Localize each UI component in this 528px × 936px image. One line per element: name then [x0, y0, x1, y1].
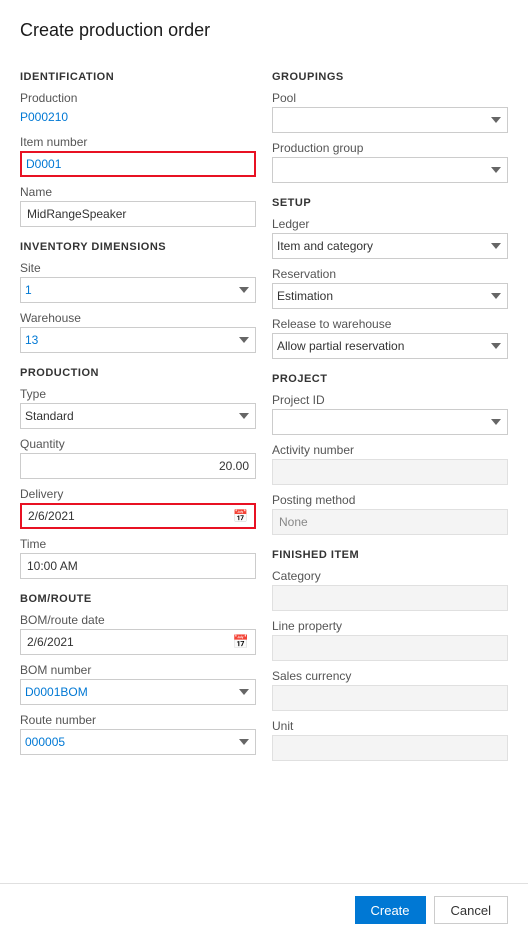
- warehouse-select[interactable]: 13: [20, 327, 256, 353]
- name-label: Name: [20, 185, 256, 199]
- activity-number-label: Activity number: [272, 443, 508, 457]
- route-number-field: Route number 000005: [20, 713, 256, 755]
- dialog-title: Create production order: [20, 20, 508, 41]
- project-header: PROJECT: [272, 373, 508, 385]
- release-warehouse-label: Release to warehouse: [272, 317, 508, 331]
- item-number-field: Item number D0001: [20, 135, 256, 177]
- delivery-field: Delivery 📅: [20, 487, 256, 529]
- reservation-select[interactable]: Estimation: [272, 283, 508, 309]
- bom-route-date-input[interactable]: [21, 630, 227, 654]
- bom-number-field: BOM number D0001BOM: [20, 663, 256, 705]
- ledger-field: Ledger Item and category: [272, 217, 508, 259]
- name-input[interactable]: [20, 201, 256, 227]
- delivery-input[interactable]: [22, 505, 227, 527]
- unit-input: [272, 735, 508, 761]
- time-input[interactable]: [20, 553, 256, 579]
- posting-method-field: Posting method: [272, 493, 508, 535]
- production-header: PRODUCTION: [20, 367, 256, 379]
- release-warehouse-select[interactable]: Allow partial reservation: [272, 333, 508, 359]
- quantity-field: Quantity: [20, 437, 256, 479]
- project-id-select[interactable]: [272, 409, 508, 435]
- create-button[interactable]: Create: [355, 896, 426, 924]
- category-label: Category: [272, 569, 508, 583]
- line-property-input: [272, 635, 508, 661]
- production-group-select[interactable]: [272, 157, 508, 183]
- bom-route-date-label: BOM/route date: [20, 613, 256, 627]
- activity-number-input: [272, 459, 508, 485]
- name-field: Name: [20, 185, 256, 227]
- ledger-label: Ledger: [272, 217, 508, 231]
- activity-number-field: Activity number: [272, 443, 508, 485]
- bom-number-select[interactable]: D0001BOM: [20, 679, 256, 705]
- site-select[interactable]: 1: [20, 277, 256, 303]
- time-field: Time: [20, 537, 256, 579]
- production-label: Production: [20, 91, 256, 105]
- reservation-label: Reservation: [272, 267, 508, 281]
- quantity-input[interactable]: [20, 453, 256, 479]
- inventory-dimensions-header: INVENTORY DIMENSIONS: [20, 241, 256, 253]
- route-number-select[interactable]: 000005: [20, 729, 256, 755]
- warehouse-label: Warehouse: [20, 311, 256, 325]
- delivery-calendar-icon[interactable]: 📅: [227, 509, 254, 523]
- unit-label: Unit: [272, 719, 508, 733]
- delivery-label: Delivery: [20, 487, 256, 501]
- pool-select[interactable]: [272, 107, 508, 133]
- bom-route-calendar-icon[interactable]: 📅: [227, 634, 255, 650]
- type-label: Type: [20, 387, 256, 401]
- production-field: Production P000210: [20, 91, 256, 127]
- bom-route-header: BOM/ROUTE: [20, 593, 256, 605]
- bom-route-date-wrapper: 📅: [20, 629, 256, 655]
- bom-route-date-field: BOM/route date 📅: [20, 613, 256, 655]
- sales-currency-label: Sales currency: [272, 669, 508, 683]
- pool-field: Pool: [272, 91, 508, 133]
- project-id-label: Project ID: [272, 393, 508, 407]
- groupings-header: GROUPINGS: [272, 71, 508, 83]
- time-label: Time: [20, 537, 256, 551]
- posting-method-label: Posting method: [272, 493, 508, 507]
- dialog-footer: Create Cancel: [0, 883, 528, 936]
- release-warehouse-field: Release to warehouse Allow partial reser…: [272, 317, 508, 359]
- category-input: [272, 585, 508, 611]
- site-label: Site: [20, 261, 256, 275]
- reservation-field: Reservation Estimation: [272, 267, 508, 309]
- finished-item-header: FINISHED ITEM: [272, 549, 508, 561]
- project-id-field: Project ID: [272, 393, 508, 435]
- sales-currency-input: [272, 685, 508, 711]
- production-value: P000210: [20, 107, 256, 127]
- line-property-label: Line property: [272, 619, 508, 633]
- item-number-select[interactable]: D0001: [22, 153, 254, 175]
- route-number-label: Route number: [20, 713, 256, 727]
- line-property-field: Line property: [272, 619, 508, 661]
- type-select[interactable]: Standard: [20, 403, 256, 429]
- unit-field: Unit: [272, 719, 508, 761]
- posting-method-input: [272, 509, 508, 535]
- sales-currency-field: Sales currency: [272, 669, 508, 711]
- category-field: Category: [272, 569, 508, 611]
- pool-label: Pool: [272, 91, 508, 105]
- item-number-label: Item number: [20, 135, 256, 149]
- site-field: Site 1: [20, 261, 256, 303]
- ledger-select[interactable]: Item and category: [272, 233, 508, 259]
- cancel-button[interactable]: Cancel: [434, 896, 508, 924]
- warehouse-field: Warehouse 13: [20, 311, 256, 353]
- type-field: Type Standard: [20, 387, 256, 429]
- setup-header: SETUP: [272, 197, 508, 209]
- bom-number-label: BOM number: [20, 663, 256, 677]
- quantity-label: Quantity: [20, 437, 256, 451]
- identification-header: IDENTIFICATION: [20, 71, 256, 83]
- production-group-label: Production group: [272, 141, 508, 155]
- production-group-field: Production group: [272, 141, 508, 183]
